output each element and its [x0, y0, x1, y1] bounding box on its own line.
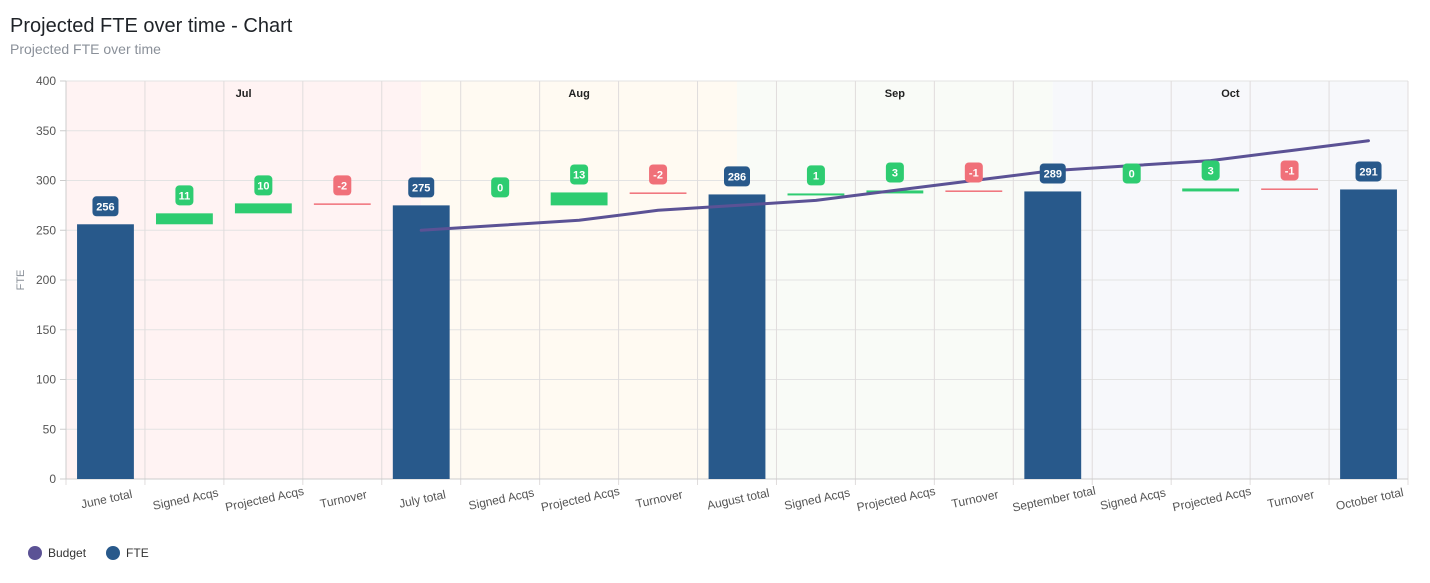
bar-total [392, 205, 450, 479]
bar-increase [550, 192, 608, 206]
x-tick-label: August total [706, 486, 771, 513]
bar-decrease [313, 203, 371, 205]
x-tick-label: Signed Acqs [151, 485, 219, 513]
data-label: 3 [1208, 165, 1214, 177]
x-tick-label: Turnover [319, 487, 368, 511]
bar-total [77, 224, 134, 479]
y-tick-label: 400 [36, 74, 56, 88]
bar-increase [155, 213, 213, 225]
bar-total [1340, 189, 1397, 479]
y-tick-label: 100 [36, 373, 56, 387]
chart-svg: 050100150200250300350400June total Signed… [15, 74, 1409, 515]
month-band-label: Oct [1221, 88, 1240, 100]
data-label: -1 [969, 167, 979, 179]
x-tick-label: June total [80, 487, 134, 512]
data-label: -1 [1285, 165, 1295, 177]
bar-decrease [945, 190, 1003, 192]
x-tick-label: Projected Acqs [855, 484, 936, 514]
bar-increase [1182, 188, 1240, 192]
legend-label-budget: Budget [48, 546, 87, 560]
x-tick-label: Projected Acqs [540, 484, 621, 514]
x-tick-label: Signed Acqs [1099, 485, 1167, 513]
data-label: -2 [653, 169, 663, 181]
legend-label-fte: FTE [126, 546, 149, 560]
x-tick-label: Signed Acqs [783, 485, 851, 513]
x-tick-label: Turnover [1266, 487, 1315, 511]
data-label: 10 [257, 180, 269, 192]
data-label: 291 [1359, 166, 1377, 178]
data-label: 275 [412, 182, 430, 194]
x-tick-label: July total [398, 487, 447, 511]
data-label: 289 [1044, 168, 1062, 180]
data-label: 256 [96, 201, 114, 213]
x-tick-label: Turnover [950, 487, 999, 511]
budget-legend-dot-icon [28, 546, 42, 560]
y-tick-label: 350 [36, 124, 56, 138]
bar-decrease [629, 192, 687, 194]
bar-increase [234, 203, 292, 214]
data-label: 3 [892, 167, 898, 179]
month-band-label: Sep [885, 88, 905, 100]
data-label: 0 [497, 182, 503, 194]
x-tick-label: Projected Acqs [224, 484, 305, 514]
legend: Budget FTE [28, 546, 169, 560]
x-tick-label: Projected Acqs [1171, 484, 1252, 514]
bar-total [1024, 191, 1082, 479]
legend-item-fte[interactable]: FTE [106, 546, 149, 560]
x-tick-label: Signed Acqs [467, 485, 535, 513]
month-band-label: Aug [568, 88, 589, 100]
data-label: 1 [813, 170, 819, 182]
month-band-label: Jul [236, 88, 252, 100]
data-label: 286 [728, 171, 746, 183]
data-label: 11 [179, 190, 191, 202]
data-label: 0 [1129, 168, 1135, 180]
legend-item-budget[interactable]: Budget [28, 546, 86, 560]
bar-decrease [1261, 188, 1319, 190]
y-tick-label: 150 [36, 323, 56, 337]
x-tick-label: Turnover [635, 487, 684, 511]
bar-total [708, 194, 766, 479]
y-tick-label: 0 [49, 472, 56, 486]
data-label: -2 [337, 180, 347, 192]
x-tick-label: September total [1011, 483, 1097, 514]
data-label: 13 [573, 169, 585, 181]
bar-increase [787, 193, 845, 196]
y-tick-label: 250 [36, 223, 56, 237]
x-tick-label: October total [1335, 485, 1405, 513]
fte-legend-dot-icon [106, 546, 121, 560]
y-tick-label: 50 [43, 422, 57, 436]
y-axis-label: FTE [15, 270, 27, 291]
y-tick-label: 200 [36, 273, 56, 287]
y-tick-label: 300 [36, 174, 56, 188]
